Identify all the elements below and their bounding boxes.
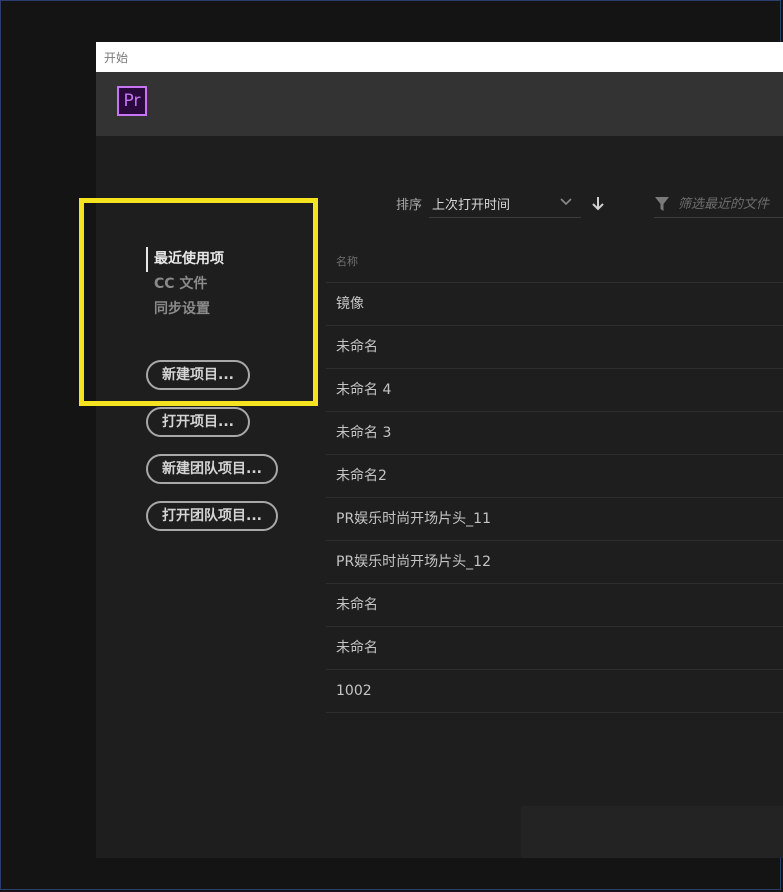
- arrow-down-icon[interactable]: [591, 196, 605, 212]
- list-item[interactable]: 未命名: [326, 326, 783, 369]
- list-item[interactable]: 未命名 4: [326, 369, 783, 412]
- window-title: 开始: [104, 51, 129, 65]
- list-item[interactable]: 未命名 3: [326, 412, 783, 455]
- new-team-project-button[interactable]: 新建团队项目...: [146, 454, 278, 484]
- new-project-button[interactable]: 新建项目...: [146, 360, 250, 390]
- nav-item-recent[interactable]: 最近使用项: [146, 247, 224, 272]
- sort-label: 排序: [396, 198, 423, 213]
- list-item[interactable]: 1002: [326, 670, 783, 713]
- open-project-button[interactable]: 打开项目...: [146, 407, 250, 437]
- sort-dropdown[interactable]: 上次打开时间: [429, 190, 581, 218]
- premiere-pro-logo: Pr: [117, 86, 147, 116]
- list-item[interactable]: 未命名: [326, 627, 783, 670]
- sort-selected-value: 上次打开时间: [432, 198, 511, 213]
- list-item[interactable]: 镜像: [326, 283, 783, 326]
- open-team-project-button[interactable]: 打开团队项目...: [146, 501, 278, 531]
- list-item[interactable]: 未命名2: [326, 455, 783, 498]
- column-header-name[interactable]: 名称: [326, 242, 783, 283]
- title-bar: 开始: [96, 42, 783, 72]
- list-item[interactable]: PR娱乐时尚开场片头_12: [326, 541, 783, 584]
- list-item[interactable]: PR娱乐时尚开场片头_11: [326, 498, 783, 541]
- filter-input[interactable]: [678, 194, 783, 214]
- filter-search: [654, 190, 783, 218]
- funnel-icon: [655, 197, 669, 211]
- footer-bar: [521, 806, 783, 858]
- chevron-down-icon: [560, 198, 572, 206]
- sidebar-nav: 最近使用项 CC 文件 同步设置: [146, 247, 224, 322]
- nav-item-sync-settings[interactable]: 同步设置: [146, 297, 224, 322]
- recent-files-list: 名称 镜像 未命名 未命名 4 未命名 3 未命名2 PR娱乐时尚开场片头_11…: [326, 242, 783, 713]
- nav-item-cc-files[interactable]: CC 文件: [146, 272, 224, 297]
- list-item[interactable]: 未命名: [326, 584, 783, 627]
- start-dialog: 开始 Pr 最近使用项 CC 文件 同步设置 新建项目... 打开项目... 新…: [96, 42, 783, 858]
- app-header: Pr: [96, 72, 783, 136]
